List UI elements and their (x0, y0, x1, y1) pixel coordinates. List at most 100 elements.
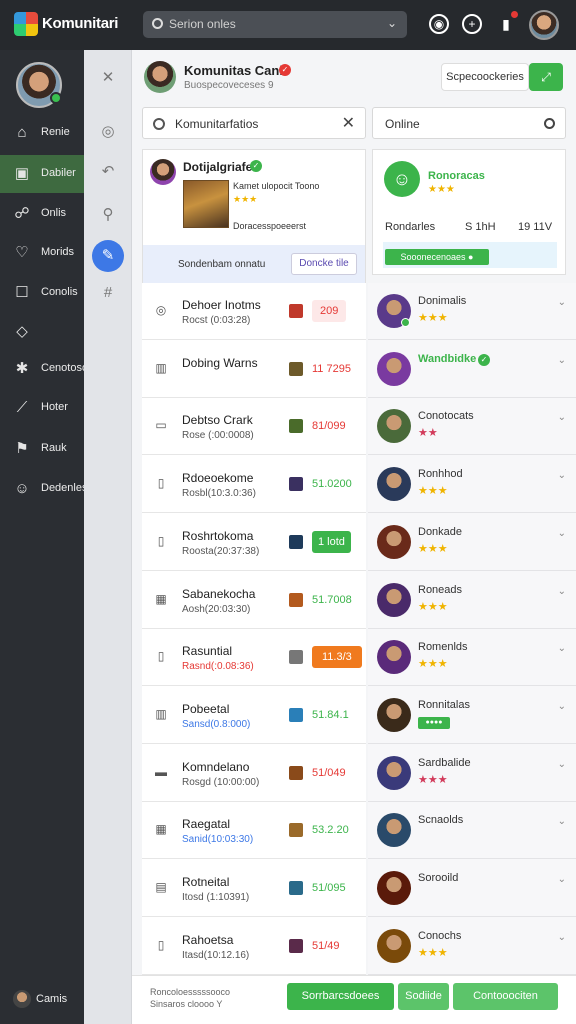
chevron-down-icon[interactable]: ⌄ (558, 874, 566, 885)
member-row[interactable]: Conochs ★★★ ⌄ (368, 918, 576, 975)
featured-card[interactable]: Dotijalgriafe ✓ Kamet ulopocit Toono ★★★… (142, 149, 366, 283)
member-avatar[interactable] (377, 640, 411, 675)
curve-icon[interactable]: ↶ (98, 162, 118, 182)
member-row[interactable]: Ronhhod ★★★ ⌄ (368, 456, 576, 514)
online-search-input[interactable]: Online (372, 107, 566, 139)
clear-icon[interactable]: ✕ (342, 113, 355, 133)
add-icon[interactable]: + (462, 14, 482, 34)
sidebar-footer[interactable]: Camis (0, 974, 84, 1024)
sidebar-item-6[interactable]: ✱ Cenotoso (0, 350, 88, 388)
member-avatar[interactable] (377, 928, 411, 963)
member-avatar[interactable] (377, 524, 411, 559)
featured-thumbnail[interactable] (183, 180, 229, 228)
chevron-down-icon[interactable]: ⌄ (558, 701, 566, 712)
list-item[interactable]: ▬ Komndelano Rosgd (10:00:00) 51/049 (142, 745, 366, 802)
community-avatar[interactable] (144, 61, 176, 93)
member-avatar[interactable] (377, 697, 411, 732)
left-list: ◎ Dehoer Inotms Rocst (0:03:28) 209 ▥ Dobing … (142, 283, 366, 975)
sidebar-item-9[interactable]: ☺ Dedenles (0, 470, 87, 508)
member-avatar[interactable] (377, 351, 411, 386)
member-row[interactable]: Romenlds ★★★ ⌄ (368, 629, 576, 687)
list-item[interactable]: ▦ Sabanekocha Aosh(20:03:30) 51.7008 (142, 572, 366, 629)
edit-icon[interactable]: ✎ (92, 240, 124, 272)
doc-icon: ▯ (157, 533, 165, 548)
chevron-down-icon[interactable]: ⌄ (558, 470, 566, 481)
discord-icon[interactable]: ◉ (429, 14, 449, 34)
expand-button[interactable]: ⤢ (529, 63, 563, 91)
message-icon: ▭ (155, 418, 167, 433)
grid-icon[interactable]: # (98, 283, 118, 303)
featured-description: Doracesspoeeerst (233, 221, 307, 231)
list-item[interactable]: ▯ Rahoetsa Itasd(10:12.16) 51/49 (142, 918, 366, 975)
chevron-down-icon[interactable]: ⌄ (558, 412, 566, 423)
member-row[interactable]: Scnaolds ⌄ (368, 802, 576, 860)
sidebar-item-7[interactable]: ⟋ Hoter (0, 389, 84, 427)
sidebar-item-0[interactable]: ⌂ Renie (0, 114, 84, 152)
member-row[interactable]: Donkade ★★★ ⌄ (368, 514, 576, 571)
chevron-down-icon[interactable]: ⌄ (558, 586, 566, 597)
chevron-down-icon[interactable]: ⌄ (558, 355, 566, 366)
profile-avatar[interactable] (16, 62, 62, 108)
app-logo[interactable] (14, 12, 38, 36)
search-icon[interactable] (544, 118, 555, 129)
member-avatar[interactable] (377, 755, 411, 790)
chevron-down-icon[interactable]: ⌄ (558, 816, 566, 827)
member-avatar[interactable] (377, 813, 411, 848)
list-item[interactable]: ▯ Rasuntial Rasnd(:0.08:36) 11.3/3 (142, 629, 366, 687)
sidebar-item-4[interactable]: ☐ Conolis (0, 274, 84, 312)
member-row[interactable]: Ronnitalas ●●●● ⌄ (368, 687, 576, 744)
chevron-down-icon[interactable]: ⌄ (558, 297, 566, 308)
header-action-button[interactable]: Scpecoockeries (441, 63, 529, 91)
target-icon: ◎ (155, 303, 167, 317)
list-item-title: Rotneital (182, 875, 230, 889)
member-row[interactable]: Roneads ★★★ ⌄ (368, 572, 576, 629)
target-icon[interactable]: ◎ (98, 122, 118, 142)
member-avatar[interactable] (377, 467, 411, 502)
user-avatar[interactable] (529, 10, 559, 40)
sidebar-item-3[interactable]: ♡ Morids (0, 234, 84, 272)
side-card-value: S 1hH (465, 221, 496, 233)
member-avatar[interactable] (377, 582, 411, 617)
notification-icon[interactable]: ▮ (496, 11, 518, 34)
side-card-button[interactable]: Sooonecenoaes ● (385, 249, 489, 265)
side-card[interactable]: ☺ Ronoracas ★★★ Rondarles S 1hH 19 11V S… (372, 149, 566, 275)
member-row[interactable]: Sardbalide ★★★ ⌄ (368, 745, 576, 802)
sidebar-item-1[interactable]: ▣ Dabiler (0, 155, 84, 193)
sidebar-item-5[interactable]: ◇ (0, 313, 84, 351)
sidebar-item-2[interactable]: ☍ Onlis (0, 195, 84, 233)
footer-secondary-button[interactable]: Sodiide (398, 983, 449, 1010)
footer-primary-button[interactable]: Sorrbarcsdoees (287, 983, 394, 1010)
member-rating: ★★★ (418, 600, 448, 613)
featured-band-button[interactable]: Doncke tile (291, 253, 357, 275)
list-item[interactable]: ▥ Dobing Warns 11 7295 (142, 341, 366, 398)
list-item[interactable]: ◎ Dehoer Inotms Rocst (0:03:28) 209 (142, 283, 366, 340)
member-row[interactable]: Wandbidke ✓ ⌄ (368, 341, 576, 398)
search-icon[interactable]: ⚲ (98, 205, 118, 225)
chevron-down-icon[interactable]: ⌄ (558, 759, 566, 770)
avatar-icon: ☺ (14, 480, 30, 497)
chevron-down-icon[interactable]: ⌄ (558, 528, 566, 539)
list-item[interactable]: ▤ Rotneital Itosd (1:10391) 51/095 (142, 860, 366, 917)
member-row[interactable]: Sorooild ⌄ (368, 860, 576, 917)
list-item[interactable]: ▯ Rdoeoekome Rosbl(10:3.0:36) 51.0200 (142, 456, 366, 514)
footer-tertiary-button[interactable]: Contooociten (453, 983, 558, 1010)
footer-bar: Roncoloesssssooco Sinsaros cloooo Y Sorr… (132, 975, 576, 1024)
close-icon[interactable]: ✕ (98, 68, 118, 88)
member-row[interactable]: Conotocats ★★ ⌄ (368, 398, 576, 456)
community-search-input[interactable]: Komunitarfatios ✕ (142, 107, 366, 139)
chevron-down-icon[interactable]: ⌄ (558, 643, 566, 654)
list-item[interactable]: ▭ Debtso Crark Rose (:00:0008) 81/099 (142, 398, 366, 456)
list-item[interactable]: ▦ Raegatal Sanid(10:03:30) 53.2.20 (142, 802, 366, 860)
chevron-down-icon[interactable]: ⌄ (558, 932, 566, 943)
doc-icon: ▯ (157, 649, 165, 664)
list-item[interactable]: ▥ Pobeetal Sansd(0.8:000) 51.84.1 (142, 687, 366, 744)
global-search-input[interactable]: Serion onles ⌄ (143, 11, 407, 38)
sidebar-item-8[interactable]: ⚑ Rauk (0, 430, 84, 468)
member-avatar[interactable] (377, 871, 411, 905)
list-item[interactable]: ▯ Roshrtokoma Roosta(20:37:38) 1 lotd (142, 514, 366, 571)
sidebar-item-label: Cenotoso (41, 362, 89, 374)
chevron-down-icon[interactable]: ⌄ (387, 16, 397, 30)
member-name: Donkade (418, 525, 463, 538)
member-avatar[interactable] (377, 409, 411, 444)
member-row[interactable]: Donimalis ★★★ ⌄ (368, 283, 576, 340)
